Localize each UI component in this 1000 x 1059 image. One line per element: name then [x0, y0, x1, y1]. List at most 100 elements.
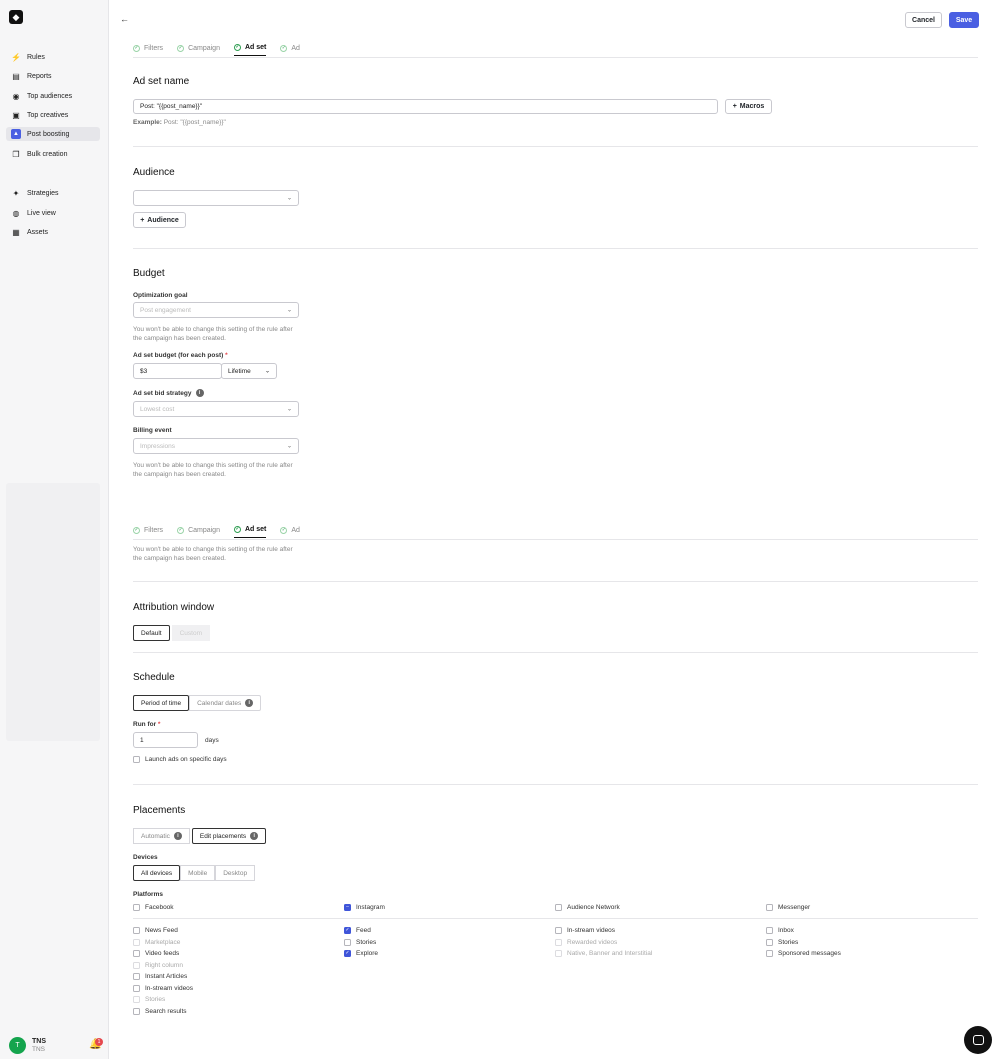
grid-icon: ▦ [12, 227, 20, 237]
bid-strategy-select[interactable]: Lowest cost ⌄ [133, 401, 299, 417]
sidebar-item-live-view[interactable]: ◍ Live view [6, 206, 100, 220]
optimization-goal-select[interactable]: Post engagement ⌄ [133, 302, 299, 318]
cancel-button[interactable]: Cancel [905, 12, 942, 28]
sidebar-item-reports[interactable]: ▤ Reports [6, 69, 100, 83]
divider [133, 146, 978, 147]
schedule-period-of-time[interactable]: Period of time [133, 695, 190, 711]
compass-icon: ✦ [12, 188, 20, 198]
platform-instagram-checkbox[interactable]: – Instagram [344, 904, 385, 911]
ig-stories-checkbox[interactable]: Stories [344, 939, 376, 946]
sidebar-item-label: Top creatives [27, 111, 69, 119]
app-logo[interactable]: ◆ [9, 10, 23, 24]
device-desktop[interactable]: Desktop [215, 865, 256, 881]
sidebar-item-label: Assets [27, 228, 49, 236]
tab-filters[interactable]: ✓ Filters [133, 44, 163, 56]
chat-launcher-button[interactable] [964, 1026, 992, 1054]
tab-campaign[interactable]: ✓ Campaign [177, 526, 220, 538]
msg-sponsored-messages-checkbox[interactable]: Sponsored messages [766, 950, 841, 957]
sidebar-item-post-boosting[interactable]: ▲ Post boosting [6, 127, 100, 141]
specific-days-checkbox[interactable]: Launch ads on specific days [133, 756, 227, 763]
ad-set-name-input[interactable]: Post: "{{post_name}}" [133, 99, 718, 114]
devices-label: Devices [133, 854, 158, 861]
attribution-custom[interactable]: Custom [171, 625, 211, 641]
billing-event-select[interactable]: Impressions ⌄ [133, 438, 299, 454]
run-for-label: Run for * [133, 721, 161, 728]
checkbox-box [133, 904, 140, 911]
info-icon[interactable]: i [173, 832, 182, 840]
budget-amount-input[interactable]: $3 [133, 363, 222, 379]
checkbox-box [133, 927, 140, 934]
fb-stories-checkbox[interactable]: Stories [133, 996, 165, 1003]
check-icon: ✓ [280, 526, 288, 534]
divider [133, 652, 978, 653]
check-icon: ✓ [280, 44, 288, 52]
macros-button[interactable]: + Macros [725, 99, 772, 114]
checkbox-box [555, 927, 562, 934]
check-icon: ✓ [133, 44, 140, 52]
sidebar-item-bulk-creation[interactable]: ❐ Bulk creation [6, 147, 100, 161]
sidebar-item-label: Strategies [27, 189, 59, 197]
platform-facebook-checkbox[interactable]: Facebook [133, 904, 174, 911]
schedule-calendar-dates[interactable]: Calendar dates i [189, 695, 262, 711]
run-for-input[interactable]: 1 [133, 732, 198, 748]
tab-ad-set[interactable]: ✓ Ad set [233, 526, 267, 538]
fb-news-feed-checkbox[interactable]: News Feed [133, 927, 178, 934]
avatar: T [9, 1037, 26, 1054]
placements-edit[interactable]: Edit placements i [191, 828, 267, 844]
tab-ad[interactable]: ✓ Ad [280, 44, 300, 56]
msg-inbox-checkbox[interactable]: Inbox [766, 927, 794, 934]
an-in-stream-videos-checkbox[interactable]: In-stream videos [555, 927, 615, 934]
user-profile[interactable]: T TNS TNS [9, 1037, 46, 1054]
chart-icon: ▤ [12, 71, 20, 81]
sidebar-item-top-creatives[interactable]: ▣ Top creatives [6, 108, 100, 122]
fb-marketplace-checkbox[interactable]: Marketplace [133, 939, 180, 946]
platform-audience-network-checkbox[interactable]: Audience Network [555, 904, 620, 911]
budget-type-select[interactable]: Lifetime ⌄ [221, 363, 277, 379]
chat-icon [972, 1035, 984, 1045]
checkmark-icon: ✓ [344, 950, 351, 957]
user-name: TNS [32, 1037, 46, 1045]
platforms-label: Platforms [133, 891, 163, 898]
sidebar-panel [6, 483, 100, 741]
an-native-banner-checkbox[interactable]: Native, Banner and Interstitial [555, 950, 652, 957]
attribution-default[interactable]: Default [133, 625, 170, 641]
device-all[interactable]: All devices [133, 865, 181, 881]
info-icon[interactable]: i [250, 832, 259, 840]
tab-ad-set[interactable]: ✓ Ad set [233, 44, 267, 56]
ig-feed-checkbox[interactable]: ✓ Feed [344, 927, 371, 934]
device-mobile[interactable]: Mobile [180, 865, 216, 881]
back-arrow-icon[interactable]: ← [120, 14, 129, 24]
fb-right-column-checkbox[interactable]: Right column [133, 962, 183, 969]
fb-video-feeds-checkbox[interactable]: Video feeds [133, 950, 179, 957]
tab-ad[interactable]: ✓ Ad [280, 526, 300, 538]
ig-explore-checkbox[interactable]: ✓ Explore [344, 950, 378, 957]
divider [133, 784, 978, 785]
msg-stories-checkbox[interactable]: Stories [766, 939, 798, 946]
bid-strategy-label: Ad set bid strategy i [133, 389, 204, 397]
checkbox-box [133, 962, 140, 969]
sidebar-item-assets[interactable]: ▦ Assets [6, 225, 100, 239]
placements-mode-toggle: Automatic i Edit placements i [133, 828, 267, 844]
fb-search-results-checkbox[interactable]: Search results [133, 1008, 187, 1015]
save-button[interactable]: Save [949, 12, 979, 28]
tab-filters[interactable]: ✓ Filters [133, 526, 163, 538]
fb-in-stream-videos-checkbox[interactable]: In-stream videos [133, 985, 193, 992]
person-icon: ◉ [12, 91, 20, 101]
example-text: Example: Post: "{{post_name}}" [133, 119, 226, 126]
sidebar-item-top-audiences[interactable]: ◉ Top audiences [6, 89, 100, 103]
add-audience-button[interactable]: + Audience [133, 212, 186, 228]
placements-automatic[interactable]: Automatic i [133, 828, 190, 844]
sidebar: ◆ ⚡ Rules ▤ Reports ◉ Top audiences ▣ To… [0, 0, 109, 1059]
an-rewarded-videos-checkbox[interactable]: Rewarded videos [555, 939, 617, 946]
tab-campaign[interactable]: ✓ Campaign [177, 44, 220, 56]
sidebar-item-rules[interactable]: ⚡ Rules [6, 50, 100, 64]
info-icon[interactable]: i [195, 389, 204, 397]
sidebar-item-label: Top audiences [27, 92, 73, 100]
sidebar-item-strategies[interactable]: ✦ Strategies [6, 186, 100, 200]
attribution-toggle: Default Custom [133, 625, 211, 641]
fb-instant-articles-checkbox[interactable]: Instant Articles [133, 973, 187, 980]
step-tabs-repeat: ✓ Filters ✓ Campaign ✓ Ad set ✓ Ad [133, 526, 314, 538]
audience-select[interactable]: ⌄ [133, 190, 299, 206]
platform-messenger-checkbox[interactable]: Messenger [766, 904, 810, 911]
info-icon[interactable]: i [245, 699, 254, 707]
